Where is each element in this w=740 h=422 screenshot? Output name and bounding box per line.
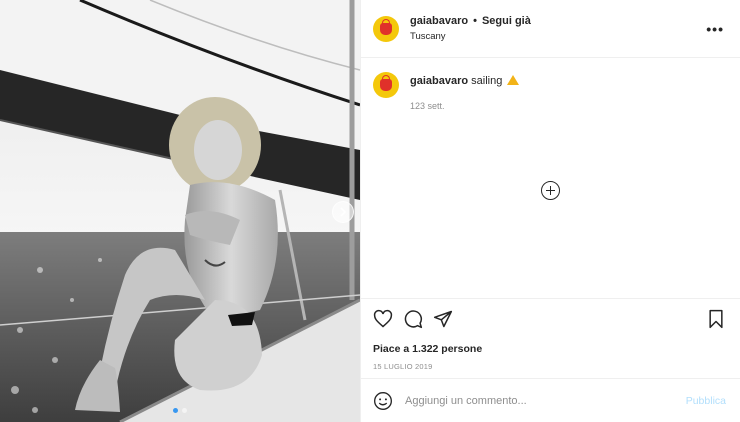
comment-icon[interactable] — [403, 309, 423, 329]
likes-count[interactable]: Piace a 1.322 persone — [373, 343, 726, 355]
heart-icon[interactable] — [373, 309, 393, 329]
add-comment-bar: Pubblica — [361, 378, 740, 422]
caption-time[interactable]: 123 sett. — [410, 101, 519, 111]
comments-area: gaiabavaro sailing 123 sett. — [361, 58, 740, 298]
avatar[interactable] — [373, 15, 399, 42]
header-top-line: gaiabavaro • Segui già — [410, 15, 531, 27]
bookmark-icon[interactable] — [706, 309, 726, 329]
publish-button[interactable]: Pubblica — [686, 395, 726, 407]
header-username[interactable]: gaiabavaro — [410, 15, 468, 27]
post-header: gaiabavaro • Segui già Tuscany ••• — [361, 0, 740, 58]
action-icons — [373, 307, 726, 331]
sailing-photo-image — [0, 0, 360, 422]
share-icon[interactable] — [433, 309, 453, 329]
shopping-bag-icon — [380, 18, 392, 35]
comment-input[interactable] — [405, 394, 645, 407]
location-link[interactable]: Tuscany — [410, 31, 531, 42]
load-more-comments-button[interactable] — [541, 181, 560, 200]
caption: gaiabavaro sailing 123 sett. — [373, 72, 724, 111]
caption-body: gaiabavaro sailing 123 sett. — [410, 75, 520, 111]
chevron-right-icon — [340, 207, 347, 217]
follow-status-button[interactable]: Segui già — [482, 15, 531, 27]
header-separator: • — [473, 15, 477, 27]
caption-username[interactable]: gaiabavaro — [410, 75, 468, 87]
carousel-dot — [182, 408, 187, 413]
emoji-icon[interactable] — [373, 391, 393, 411]
instagram-post: gaiabavaro • Segui già Tuscany ••• gaiab… — [0, 0, 740, 422]
caption-avatar[interactable] — [373, 72, 399, 98]
carousel-indicator — [0, 408, 360, 413]
caption-text: sailing — [471, 75, 503, 87]
shopping-bag-icon — [380, 75, 392, 91]
post-side-panel: gaiabavaro • Segui già Tuscany ••• gaiab… — [360, 0, 740, 422]
header-text: gaiabavaro • Segui già Tuscany — [410, 15, 531, 42]
warning-sign-icon — [507, 75, 520, 85]
carousel-next-button[interactable] — [332, 201, 354, 223]
post-photo[interactable] — [0, 0, 360, 422]
carousel-dot-active — [173, 408, 178, 413]
caption-line: gaiabavaro sailing — [410, 75, 520, 87]
post-actions: Piace a 1.322 persone 15 LUGLIO 2019 — [361, 298, 740, 378]
post-date[interactable]: 15 LUGLIO 2019 — [373, 362, 726, 371]
more-options-icon[interactable]: ••• — [706, 21, 724, 37]
